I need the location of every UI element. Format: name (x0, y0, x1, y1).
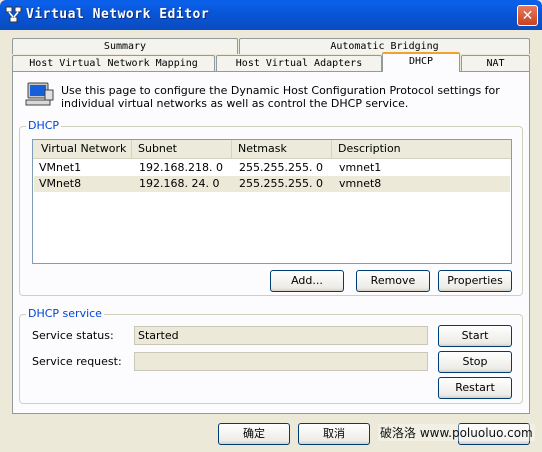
column-header-description[interactable]: Description (332, 140, 511, 158)
service-status-label: Service status: (32, 329, 114, 342)
tab-label: Host Virtual Network Mapping (29, 58, 198, 69)
computer-icon (25, 82, 54, 106)
add-button[interactable]: Add... (270, 270, 344, 292)
tab-host-virtual-adapters[interactable]: Host Virtual Adapters (216, 55, 382, 71)
stop-button[interactable]: Stop (438, 351, 512, 373)
tab-nat[interactable]: NAT (461, 55, 530, 71)
cell-description: vmnet1 (339, 161, 382, 174)
table-row[interactable]: VMnet1 192.168.218. 0 255.255.255. 0 vmn… (34, 160, 510, 176)
properties-button[interactable]: Properties (438, 270, 512, 292)
tab-host-virtual-network-mapping[interactable]: Host Virtual Network Mapping (12, 55, 215, 71)
virtual-network-list[interactable]: Virtual Network Subnet Netmask Descripti… (32, 139, 512, 264)
cell-virtual-network: VMnet8 (39, 177, 82, 190)
cell-virtual-network: VMnet1 (39, 161, 82, 174)
table-row[interactable]: VMnet8 192.168. 24. 0 255.255.255. 0 vmn… (34, 176, 510, 192)
dhcp-tab-panel: Use this page to configure the Dynamic H… (12, 71, 530, 414)
cell-subnet: 192.168.218. 0 (139, 161, 223, 174)
dhcp-service-group-title: DHCP service (26, 307, 104, 321)
info-text: Use this page to configure the Dynamic H… (61, 84, 500, 110)
tab-summary[interactable]: Summary (12, 38, 238, 54)
column-header-netmask[interactable]: Netmask (232, 140, 332, 158)
cell-subnet: 192.168. 24. 0 (139, 177, 220, 190)
tab-label: Automatic Bridging (330, 41, 439, 52)
title-bar[interactable]: Virtual Network Editor ✕ (0, 0, 542, 30)
tab-label: NAT (486, 58, 505, 69)
remove-button[interactable]: Remove (356, 270, 430, 292)
tab-dhcp[interactable]: DHCP (382, 52, 460, 72)
list-header: Virtual Network Subnet Netmask Descripti… (33, 140, 511, 159)
service-status-field: Started (134, 326, 428, 345)
tab-label: DHCP (408, 56, 434, 67)
column-header-virtual-network[interactable]: Virtual Network (35, 140, 132, 158)
tab-label: Host Virtual Adapters (235, 58, 363, 69)
dhcp-service-group: DHCP service Service status: Started Ser… (19, 307, 523, 404)
close-button[interactable]: ✕ (517, 5, 538, 26)
column-header-subnet[interactable]: Subnet (132, 140, 232, 158)
dhcp-group: DHCP Virtual Network Subnet Netmask Desc… (19, 119, 523, 296)
watermark-text: 破洛洛 www.poluoluo.com (378, 424, 535, 441)
service-request-label: Service request: (32, 355, 122, 368)
network-icon (5, 6, 22, 23)
cancel-button[interactable]: 取消 (298, 423, 370, 445)
tab-label: Summary (103, 41, 147, 52)
start-button[interactable]: Start (438, 325, 512, 347)
cell-netmask: 255.255.255. 0 (239, 177, 323, 190)
dhcp-group-title: DHCP (26, 119, 62, 133)
cell-netmask: 255.255.255. 0 (239, 161, 323, 174)
cell-description: vmnet8 (339, 177, 382, 190)
service-request-field (134, 352, 428, 371)
close-icon: ✕ (521, 8, 534, 24)
window-title: Virtual Network Editor (26, 7, 210, 22)
ok-button[interactable]: 确定 (218, 423, 290, 445)
restart-button[interactable]: Restart (438, 377, 512, 399)
